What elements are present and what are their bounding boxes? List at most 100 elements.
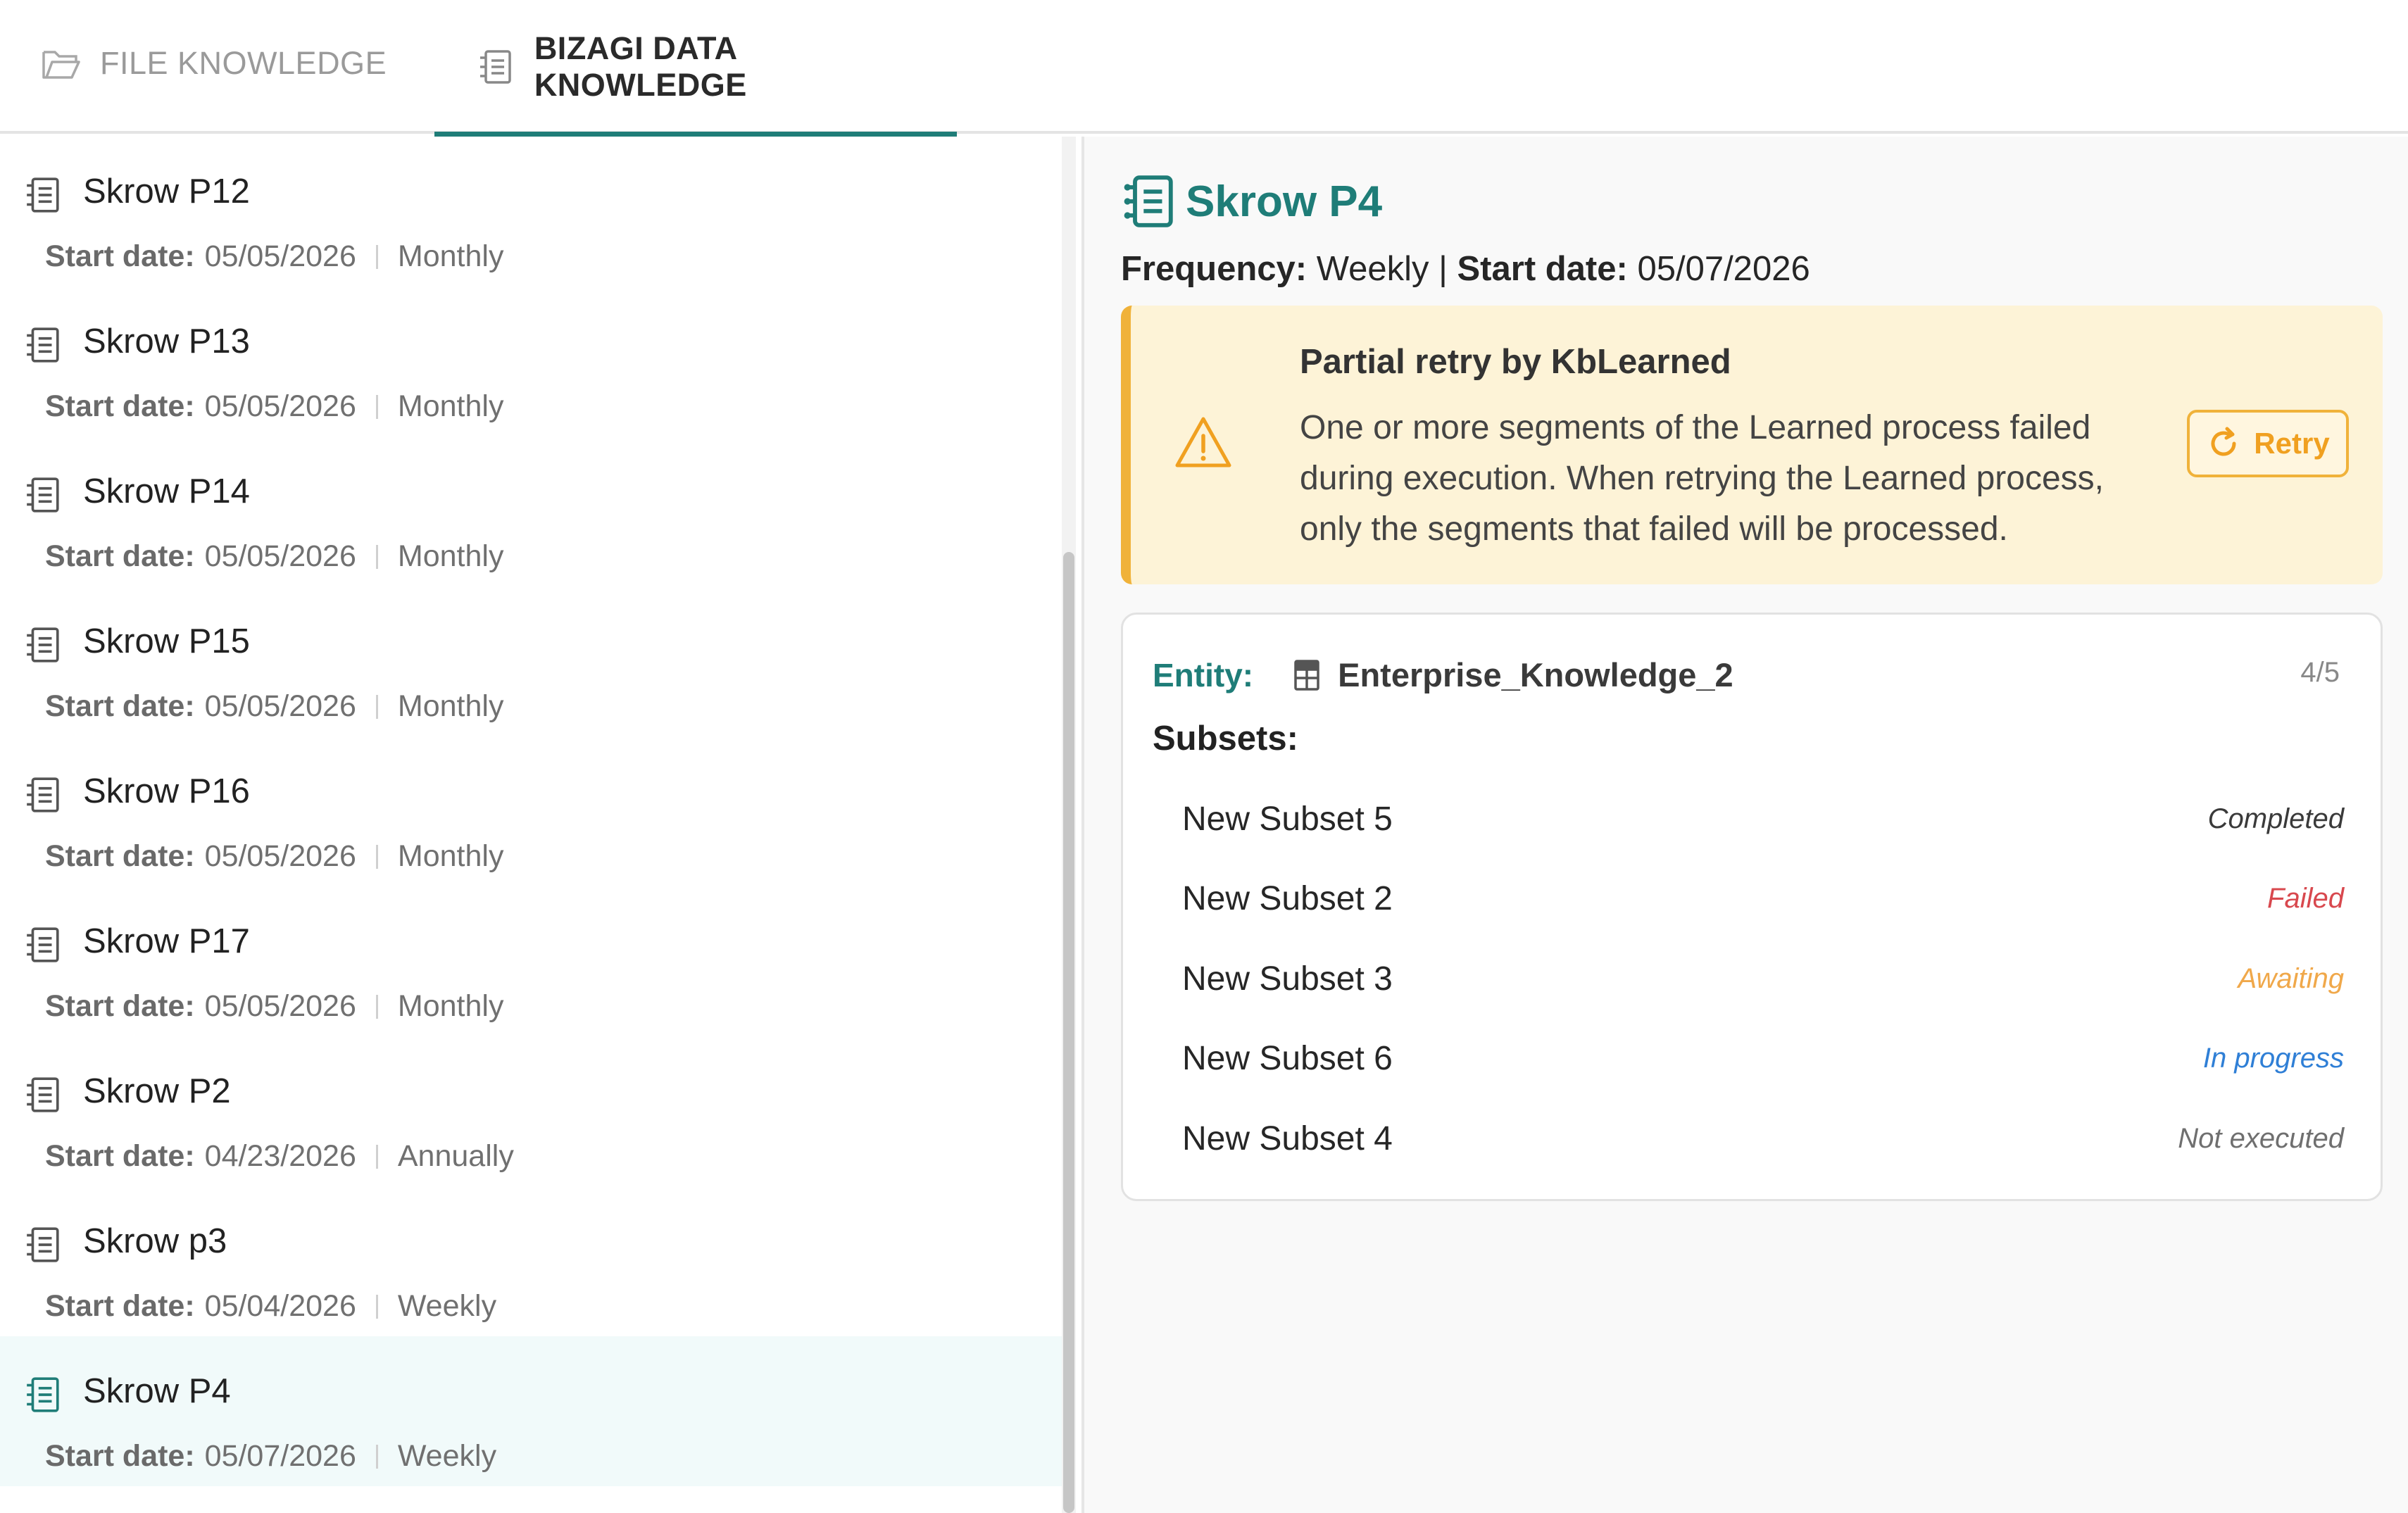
list-item-frequency: Weekly	[397, 1439, 497, 1473]
list-item-start-date: 05/05/2026	[204, 689, 356, 723]
list-item-start-key: Start date:	[45, 1139, 195, 1173]
list-item-start-key: Start date:	[45, 689, 195, 723]
list-item-meta: Start date: 05/05/2026 Monthly	[45, 989, 503, 1024]
retry-button[interactable]: Retry	[2187, 410, 2349, 477]
list-item-frequency: Weekly	[397, 1289, 497, 1323]
list-item-meta: Start date: 05/05/2026 Monthly	[45, 689, 503, 724]
list-item-start-date: 04/23/2026	[204, 1139, 356, 1173]
data-list-icon	[24, 1376, 62, 1414]
list-item[interactable]: Skrow P17 Start date: 05/05/2026 Monthly	[0, 886, 1062, 1036]
list-item[interactable]: Skrow P13 Start date: 05/05/2026 Monthly	[0, 287, 1062, 437]
data-list-icon	[24, 176, 62, 214]
data-list-icon	[24, 926, 62, 964]
partial-retry-alert: Partial retry by KbLearned One or more s…	[1121, 306, 2383, 584]
list-item-start-key: Start date:	[45, 239, 195, 273]
list-item[interactable]: Skrow P14 Start date: 05/05/2026 Monthly	[0, 437, 1062, 586]
subset-name: New Subset 3	[1182, 960, 1393, 998]
entity-name: Enterprise_Knowledge_2	[1338, 656, 1733, 693]
list-item-title: Skrow P15	[83, 622, 250, 660]
list-item-start-date: 05/05/2026	[204, 839, 356, 873]
list-item[interactable]: Skrow P2 Start date: 04/23/2026 Annually	[0, 1036, 1062, 1186]
data-list-icon	[24, 776, 62, 814]
list-item-frequency: Monthly	[397, 989, 504, 1023]
list-item-title: Skrow p3	[83, 1222, 227, 1260]
list-item-start-date: 05/04/2026	[204, 1289, 356, 1323]
list-item-title: Skrow P16	[83, 772, 250, 810]
tab-bizagi-data-knowledge[interactable]: BIZAGI DATA KNOWLEDGE	[434, 0, 957, 137]
alert-title: Partial retry by KbLearned	[1300, 343, 1731, 381]
meta-separator	[375, 1144, 378, 1169]
meta-separator	[375, 544, 378, 569]
subset-row: New Subset 4 Not executed	[1182, 1103, 2344, 1174]
tab-file-knowledge[interactable]: FILE KNOWLEDGE	[41, 0, 387, 134]
tab-file-knowledge-label: FILE KNOWLEDGE	[100, 45, 387, 81]
list-item-start-date: 05/05/2026	[204, 239, 356, 273]
learned-process-list: Skrow P12 Start date: 05/05/2026 Monthly…	[0, 137, 1081, 1513]
list-item-title: Skrow P2	[83, 1072, 231, 1110]
list-item-meta: Start date: 05/07/2026 Weekly	[45, 1439, 496, 1474]
meta-separator	[375, 394, 378, 419]
subset-status: Awaiting	[2238, 962, 2344, 994]
list-item-start-date: 05/05/2026	[204, 389, 356, 423]
frequency-value: Weekly	[1316, 250, 1429, 288]
meta-separator	[375, 844, 378, 869]
subset-status: Failed	[2267, 883, 2344, 914]
list-item-frequency: Monthly	[397, 389, 504, 423]
subset-count: 4/5	[2300, 657, 2340, 688]
subset-name: New Subset 4	[1182, 1119, 1393, 1157]
table-icon	[1290, 658, 1324, 692]
list-item-frequency: Monthly	[397, 689, 504, 723]
warning-triangle-icon	[1173, 415, 1234, 471]
data-list-icon	[24, 626, 62, 664]
start-date-value: 05/07/2026	[1637, 250, 1810, 288]
list-item-frequency: Monthly	[397, 839, 504, 873]
data-list-icon	[24, 1226, 62, 1264]
list-item-title: Skrow P17	[83, 922, 250, 960]
detail-panel: Skrow P4 Frequency: Weekly | Start date:…	[1084, 137, 2408, 1513]
subset-status: In progress	[2202, 1043, 2344, 1074]
list-item[interactable]: Skrow P16 Start date: 05/05/2026 Monthly	[0, 736, 1062, 886]
alert-message: One or more segments of the Learned proc…	[1300, 409, 2104, 548]
retry-button-label: Retry	[2254, 427, 2330, 460]
list-item-start-date: 05/07/2026	[204, 1439, 356, 1473]
folder-icon	[41, 43, 82, 84]
data-list-icon	[1121, 173, 1177, 230]
list-item-title: Skrow P13	[83, 322, 250, 360]
meta-separator	[375, 1444, 378, 1469]
list-item-meta: Start date: 05/05/2026 Monthly	[45, 839, 503, 874]
subset-row: New Subset 2 Failed	[1182, 864, 2344, 934]
list-item[interactable]: Skrow p3 Start date: 05/04/2026 Weekly	[0, 1186, 1062, 1336]
subset-status: Completed	[2207, 803, 2344, 834]
list-item-start-date: 05/05/2026	[204, 539, 356, 573]
list-item-start-key: Start date:	[45, 539, 195, 573]
list-item-meta: Start date: 05/05/2026 Monthly	[45, 389, 503, 424]
refresh-icon	[2206, 426, 2241, 461]
list-item-start-date: 05/05/2026	[204, 989, 356, 1023]
entity-key: Entity:	[1153, 656, 1254, 693]
subset-name: New Subset 6	[1182, 1040, 1393, 1077]
list-item[interactable]: Skrow P4 Start date: 05/07/2026 Weekly	[0, 1336, 1062, 1486]
subset-row: New Subset 3 Awaiting	[1182, 943, 2344, 1014]
list-item-meta: Start date: 04/23/2026 Annually	[45, 1139, 514, 1174]
data-list-icon	[24, 476, 62, 514]
tab-bar: FILE KNOWLEDGE BIZAGI DATA KNOWLEDGE	[0, 0, 2408, 137]
meta-separator	[375, 694, 378, 719]
data-list-icon	[24, 1076, 62, 1114]
detail-header: Skrow P4	[1121, 173, 1382, 230]
tab-bizagi-data-knowledge-label: BIZAGI DATA KNOWLEDGE	[534, 30, 747, 103]
list-item-title: Skrow P14	[83, 472, 250, 510]
meta-separator: |	[1438, 250, 1448, 288]
list-scrollbar-thumb[interactable]	[1063, 552, 1074, 1513]
start-date-key: Start date:	[1457, 250, 1628, 288]
subset-name: New Subset 5	[1182, 800, 1393, 838]
list-item-frequency: Annually	[397, 1139, 514, 1173]
list-item[interactable]: Skrow P12 Start date: 05/05/2026 Monthly	[0, 137, 1062, 287]
active-tab-indicator	[434, 132, 957, 137]
list-item-title: Skrow P12	[83, 172, 250, 211]
detail-title: Skrow P4	[1186, 177, 1383, 226]
data-list-icon	[475, 46, 516, 87]
data-list-icon	[24, 326, 62, 364]
list-item-meta: Start date: 05/05/2026 Monthly	[45, 239, 503, 274]
list-item-start-key: Start date:	[45, 989, 195, 1023]
list-item[interactable]: Skrow P15 Start date: 05/05/2026 Monthly	[0, 586, 1062, 736]
